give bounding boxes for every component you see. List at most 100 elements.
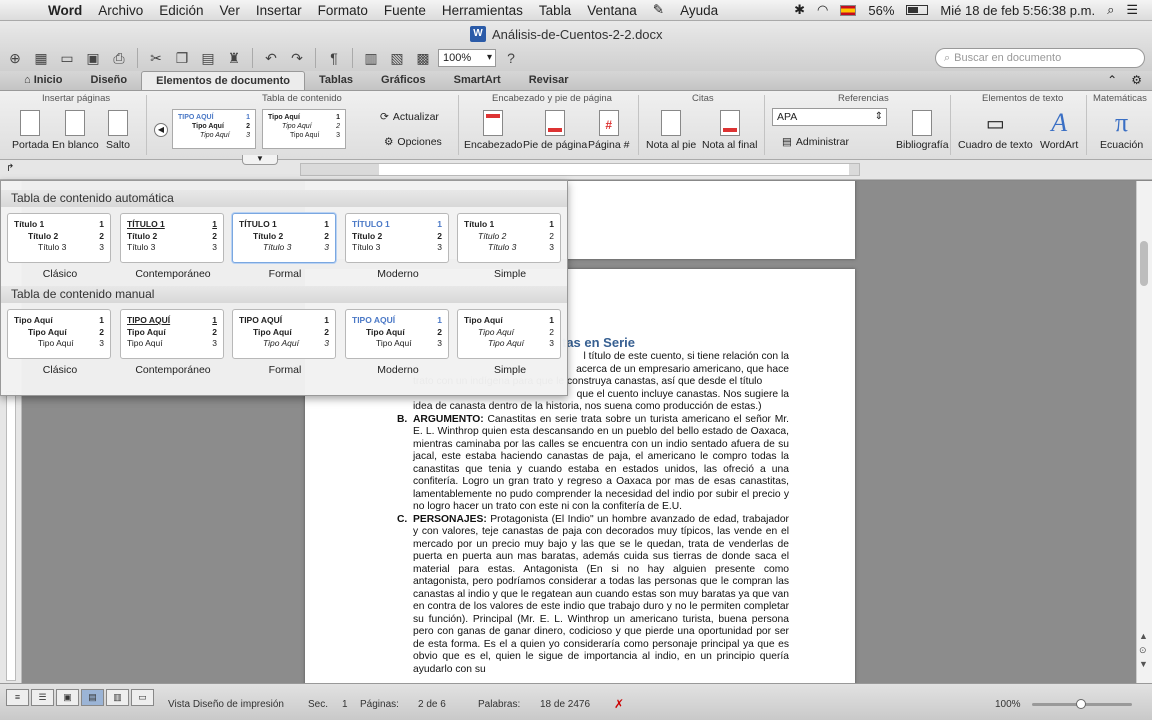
wordart-button[interactable]: A WordArt <box>1040 107 1078 151</box>
citation-style-select[interactable]: APA <box>772 108 887 126</box>
menu-edicion[interactable]: Edición <box>151 3 211 18</box>
new-document-icon[interactable]: ⊕ <box>4 47 26 69</box>
input-source-flag-icon[interactable] <box>840 4 857 16</box>
paste-icon[interactable]: ▤ <box>197 47 219 69</box>
view-layout-icon[interactable]: ▥ <box>360 47 382 69</box>
notebook-view-icon[interactable]: ▥ <box>106 689 129 706</box>
tab-graficos[interactable]: Gráficos <box>367 71 440 90</box>
notification-center-icon[interactable]: ☰ <box>1126 2 1138 18</box>
menu-insertar[interactable]: Insertar <box>248 3 310 18</box>
cuadro-de-texto-button[interactable]: ▭ Cuadro de texto <box>958 107 1033 152</box>
ecuacion-button[interactable]: π Ecuación <box>1100 107 1143 151</box>
zoom-select[interactable]: 100% <box>438 49 496 67</box>
toc-manual-clasico[interactable]: Tipo Aquí 1 Tipo Aquí 2 Tipo Aquí 3 Clásico <box>7 309 113 376</box>
collapse-ribbon-icon[interactable]: ⌃ <box>1107 71 1117 90</box>
battery-icon[interactable] <box>906 5 929 15</box>
endnote-icon <box>719 110 740 136</box>
sidebar-icon[interactable]: ▧ <box>386 47 408 69</box>
menu-formato[interactable]: Formato <box>310 3 376 18</box>
zoom-slider[interactable] <box>1032 699 1132 709</box>
gallery-section-automatic: Tabla de contenido automática <box>1 190 567 207</box>
actualizar-button[interactable]: ⟳ Actualizar <box>380 111 439 123</box>
scroll-down-arrow-icon[interactable]: ▼ <box>1139 659 1148 669</box>
words-value[interactable]: 18 de 2476 <box>540 699 590 710</box>
toc-gallery-thumb-2[interactable]: Tipo Aquí 1 Tipo Aquí 2 Tipo Aquí 3 <box>262 109 346 149</box>
menu-herramientas[interactable]: Herramientas <box>434 3 531 18</box>
gallery-collapse-caret-icon[interactable]: ▼ <box>242 155 278 165</box>
nota-al-final-button[interactable]: Nota al final <box>702 107 757 151</box>
previous-page-icon[interactable]: ⊙ <box>1139 645 1147 656</box>
tab-elementos-de-documento[interactable]: Elementos de documento <box>141 71 305 90</box>
outline-view-icon[interactable]: ☰ <box>31 689 54 706</box>
format-painter-icon[interactable]: ♜ <box>223 47 245 69</box>
bluetooth-icon[interactable]: ✱ <box>794 2 805 18</box>
vertical-scrollbar[interactable]: ▲ ⊙ ▼ <box>1136 181 1152 683</box>
menubar-status-area: ✱ ◠ 56% Mié 18 de feb 5:56:38 p.m. ⌕ ☰ <box>794 2 1152 18</box>
tab-tablas[interactable]: Tablas <box>305 71 367 90</box>
clock[interactable]: Mié 18 de feb 5:56:38 p.m. <box>940 3 1095 18</box>
wifi-icon[interactable]: ◠ <box>817 2 828 18</box>
toc-auto-moderno[interactable]: TÍTULO 11 Título 22 Título 33 Moderno <box>345 213 451 280</box>
script-menu-icon[interactable]: ✎ <box>645 2 672 18</box>
scrollbar-thumb[interactable] <box>1140 241 1148 286</box>
en-blanco-button[interactable]: En blanco <box>52 107 99 151</box>
opciones-button[interactable]: ⚙ Opciones <box>384 136 442 148</box>
battery-percent[interactable]: 56% <box>868 3 894 18</box>
spotlight-icon[interactable]: ⌕ <box>1107 2 1114 18</box>
tab-smartart[interactable]: SmartArt <box>440 71 515 90</box>
save-icon[interactable]: ▣ <box>82 47 104 69</box>
toc-manual-contemporaneo[interactable]: TIPO AQUÍ 1 Tipo Aquí 2 Tipo Aquí 3 Contemp… <box>120 309 226 376</box>
tab-inicio[interactable]: ⌂ Inicio <box>10 71 76 90</box>
ribbon-settings-icon[interactable]: ⚙ <box>1131 71 1142 90</box>
menu-tabla[interactable]: Tabla <box>531 3 579 18</box>
administrar-button[interactable]: ▤ Administrar <box>782 136 849 148</box>
tab-stop-selector-icon[interactable]: ↱ <box>6 163 14 174</box>
templates-icon[interactable]: ▦ <box>30 47 52 69</box>
toolbar-separator <box>352 48 353 68</box>
menu-ventana[interactable]: Ventana <box>579 3 645 18</box>
toc-manual-simple[interactable]: Tipo Aquí 1 Tipo Aquí 2 Tipo Aquí 3 Simple <box>457 309 563 376</box>
gallery-prev-arrow-icon[interactable]: ◀ <box>154 123 168 137</box>
show-formatting-icon[interactable]: ¶ <box>323 47 345 69</box>
menu-archivo[interactable]: Archivo <box>90 3 151 18</box>
menu-ayuda[interactable]: Ayuda <box>672 3 726 18</box>
portada-button[interactable]: Portada <box>12 107 49 151</box>
scroll-up-arrow-icon[interactable]: ▲ <box>1139 631 1148 641</box>
zoom-slider-knob[interactable] <box>1076 699 1086 709</box>
pages-value[interactable]: 2 de 6 <box>418 699 446 710</box>
proofing-error-icon[interactable]: ✗ <box>614 697 624 711</box>
help-icon[interactable]: ? <box>500 47 522 69</box>
pagina-numero-button[interactable]: # Página # <box>588 107 629 151</box>
toc-auto-clasico[interactable]: Título 11 Título 22 Título 33 Clásico <box>7 213 113 280</box>
cut-icon[interactable]: ✂ <box>145 47 167 69</box>
menu-ver[interactable]: Ver <box>212 3 248 18</box>
toc-manual-formal[interactable]: TIPO AQUÍ 1 Tipo Aquí 2 Tipo Aquí 3 Formal <box>232 309 338 376</box>
menu-word[interactable]: Word <box>40 3 90 18</box>
media-browser-icon[interactable]: ▩ <box>412 47 434 69</box>
undo-icon[interactable]: ↶ <box>260 47 282 69</box>
horizontal-ruler[interactable] <box>300 163 860 176</box>
focus-view-icon[interactable]: ▭ <box>131 689 154 706</box>
draft-view-icon[interactable]: ≡ <box>6 689 29 706</box>
copy-icon[interactable]: ❐ <box>171 47 193 69</box>
toc-auto-contemporaneo[interactable]: TÍTULO 11 Título 22 Título 33 Contemporá… <box>120 213 226 280</box>
toc-auto-formal[interactable]: TÍTULO 11 Título 22 Título 33 Formal <box>232 213 338 280</box>
publishing-view-icon[interactable]: ▣ <box>56 689 79 706</box>
toc-auto-simple[interactable]: Título 11 Título 22 Título 33 Simple <box>457 213 563 280</box>
menu-fuente[interactable]: Fuente <box>376 3 434 18</box>
toc-gallery-thumb-1[interactable]: TIPO AQUÍ 1 Tipo Aquí 2 Tipo Aquí 3 <box>172 109 256 149</box>
pie-de-pagina-button[interactable]: Pie de página <box>523 107 587 151</box>
nota-al-pie-button[interactable]: Nota al pie <box>646 107 696 151</box>
bibliografia-button[interactable]: Bibliografía <box>896 107 949 151</box>
tab-diseno[interactable]: Diseño <box>76 71 141 90</box>
print-layout-view-icon[interactable]: ▤ <box>81 689 104 706</box>
encabezado-button[interactable]: Encabezado <box>464 107 522 151</box>
redo-icon[interactable]: ↷ <box>286 47 308 69</box>
salto-button[interactable]: Salto <box>106 107 130 151</box>
toc-manual-moderno[interactable]: TIPO AQUÍ 1 Tipo Aquí 2 Tipo Aquí 3 Moderno <box>345 309 451 376</box>
standard-toolbar: ⊕ ▦ ▭ ▣ ⎙ ✂ ❐ ▤ ♜ ↶ ↷ ¶ ▥ ▧ ▩ 100% ? <box>4 45 522 71</box>
print-icon[interactable]: ⎙ <box>108 47 130 69</box>
search-input[interactable]: ⌕ Buscar en documento <box>935 48 1145 68</box>
open-folder-icon[interactable]: ▭ <box>56 47 78 69</box>
tab-revisar[interactable]: Revisar <box>515 71 583 90</box>
